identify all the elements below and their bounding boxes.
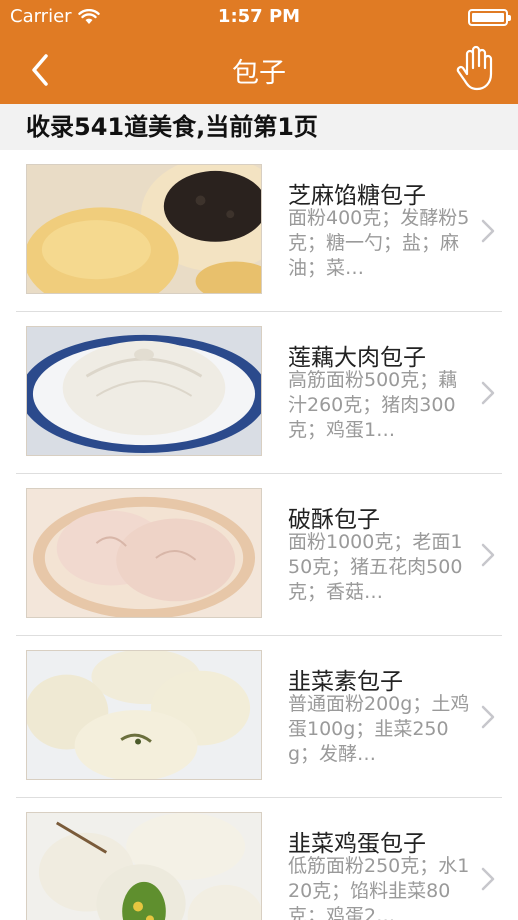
recipe-name: 韭菜鸡蛋包子 xyxy=(288,831,426,857)
status-bar: Carrier 1:57 PM xyxy=(0,0,518,34)
recipe-ingredients: 面粉400克；发酵粉5克；糖一勺；盐；麻油；菜… xyxy=(288,207,470,279)
recipe-thumbnail xyxy=(26,488,262,618)
recipe-row[interactable]: 芝麻馅糖包子 面粉400克；发酵粉5克；糖一勺；盐；麻油；菜… xyxy=(0,150,518,312)
status-time: 1:57 PM xyxy=(217,6,301,27)
recipe-ingredients: 低筋面粉250克；水120克；馅料韭菜80克；鸡蛋2… xyxy=(288,855,470,920)
chevron-right-icon xyxy=(481,543,495,567)
recipe-thumbnail xyxy=(26,326,262,456)
page-title: 包子 xyxy=(232,58,286,89)
navigation-bar: 包子 xyxy=(0,34,518,104)
chevron-right-icon xyxy=(481,381,495,405)
recipe-thumbnail xyxy=(26,164,262,294)
recipe-row[interactable]: 韭菜鸡蛋包子 低筋面粉250克；水120克；馅料韭菜80克；鸡蛋2… xyxy=(0,798,518,920)
recipe-ingredients: 高筋面粉500克；藕汁260克；猪肉300克；鸡蛋1… xyxy=(288,369,458,441)
recipe-row[interactable]: 莲藕大肉包子 高筋面粉500克；藕汁260克；猪肉300克；鸡蛋1… xyxy=(0,312,518,474)
recipe-list: 芝麻馅糖包子 面粉400克；发酵粉5克；糖一勺；盐；麻油；菜… 莲藕大肉包子 高… xyxy=(0,150,518,920)
chevron-right-icon xyxy=(481,867,495,891)
recipe-name: 韭菜素包子 xyxy=(288,669,403,695)
battery-icon xyxy=(468,9,511,26)
recipe-name: 莲藕大肉包子 xyxy=(288,345,426,371)
recipe-count-summary: 收录541道美食,当前第1页 xyxy=(0,104,518,150)
recipe-thumbnail xyxy=(26,650,262,780)
recipe-name: 破酥包子 xyxy=(288,507,380,533)
chevron-right-icon xyxy=(481,219,495,243)
recipe-ingredients: 普通面粉200g；土鸡蛋100g；韭菜250g；发酵… xyxy=(288,693,470,765)
chevron-right-icon xyxy=(481,705,495,729)
recipe-thumbnail xyxy=(26,812,262,920)
recipe-row[interactable]: 韭菜素包子 普通面粉200g；土鸡蛋100g；韭菜250g；发酵… xyxy=(0,636,518,798)
recipe-name: 芝麻馅糖包子 xyxy=(288,183,426,209)
recipe-ingredients: 面粉1000克；老面150克；猪五花肉500克；香菇… xyxy=(288,531,463,603)
recipe-row[interactable]: 破酥包子 面粉1000克；老面150克；猪五花肉500克；香菇… xyxy=(0,474,518,636)
hand-icon[interactable] xyxy=(454,44,494,92)
